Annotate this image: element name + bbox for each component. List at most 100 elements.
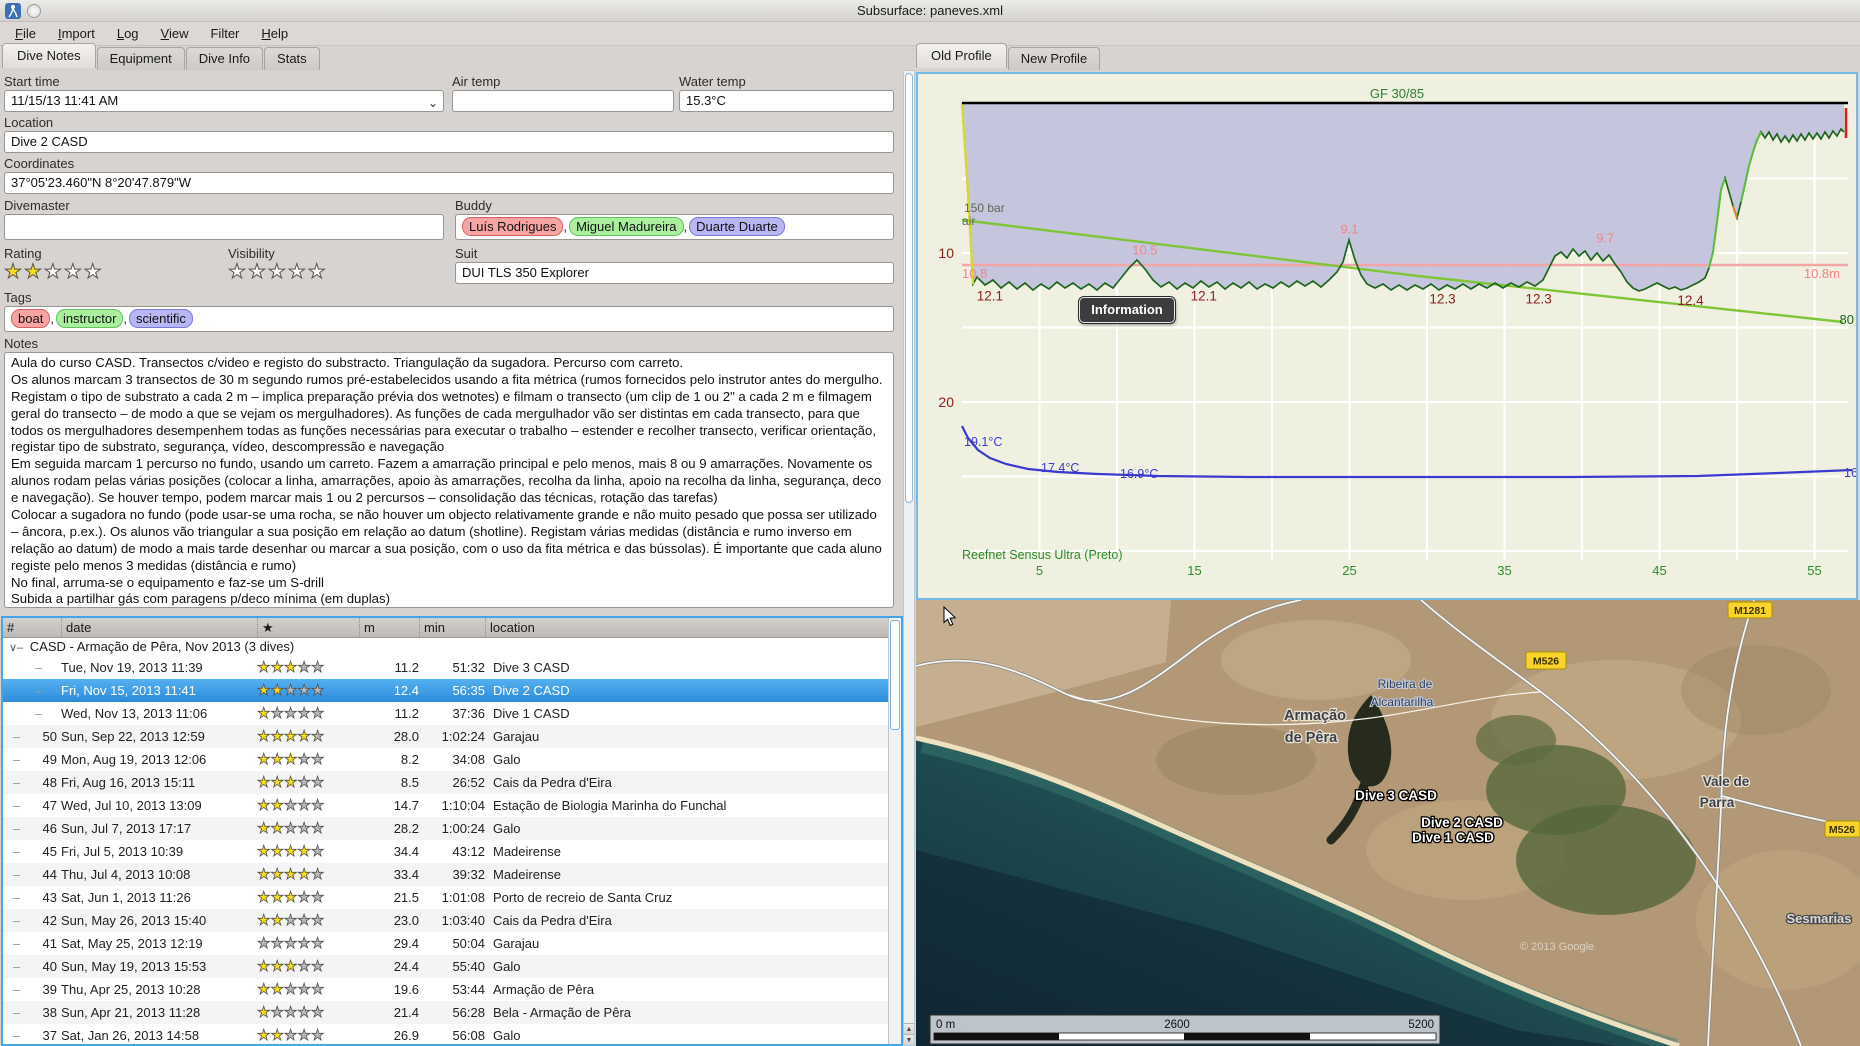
tab-new-profile[interactable]: New Profile	[1007, 47, 1101, 70]
menu-file[interactable]: File	[4, 22, 47, 44]
rating-stars[interactable]: ★★★★★	[4, 262, 104, 283]
star-empty-icon: ★	[297, 889, 311, 907]
depth-annotation: 9.7	[1596, 231, 1614, 246]
star-empty-icon: ★	[283, 797, 298, 815]
tab-equipment[interactable]: Equipment	[96, 47, 185, 70]
star-empty-icon: ★	[283, 935, 298, 953]
dive-list-scrollbar-thumb[interactable]	[890, 620, 900, 730]
dive-row-49[interactable]: –49 Mon, Aug 19, 2013 12:06 ★★★★★ 8.2 34:08 G…	[3, 748, 901, 771]
location-field[interactable]: Dive 2 CASD	[4, 131, 894, 153]
column-header-number[interactable]: #	[3, 618, 61, 637]
star-filled-icon[interactable]: ★	[4, 261, 24, 283]
visibility-label: Visibility	[228, 246, 275, 261]
collapse-chevron-icon[interactable]: ∨–	[9, 642, 23, 654]
scale-mid-label: 2600	[1164, 1019, 1190, 1031]
scroll-down-arrow-icon[interactable]: ▼	[904, 1034, 914, 1045]
tab-old-profile[interactable]: Old Profile	[916, 43, 1007, 68]
suit-field[interactable]: DUI TLS 350 Explorer	[455, 262, 894, 284]
coordinates-field[interactable]: 37°05'23.460"N 8°20'47.879"W	[4, 172, 894, 194]
column-header-date[interactable]: date	[61, 618, 257, 637]
buddy-field[interactable]: Luís Rodrigues, Miguel Madureira, Duarte D…	[455, 214, 894, 240]
dive-row-trip-0[interactable]: – Tue, Nov 19, 2013 11:39 ★★★★★ 11.2 51:32 Di…	[3, 656, 901, 679]
dive-row-47[interactable]: –47 Wed, Jul 10, 2013 13:09 ★★★★★ 14.7 1:10:…	[3, 794, 901, 817]
dive-table-header[interactable]: # date ★ m min location	[3, 618, 901, 638]
dive-site-marker-3[interactable]: Dive 3 CASD	[1354, 787, 1439, 805]
star-filled-icon: ★	[270, 889, 284, 907]
dive-row-41[interactable]: –41 Sat, May 25, 2013 12:19 ★★★★★ 29.4 50:04…	[3, 932, 901, 955]
depth-fill-area	[962, 103, 1844, 291]
dive-site-marker-2[interactable]: Dive 2 CASD	[1420, 814, 1505, 832]
star-empty-icon: ★	[310, 935, 325, 953]
star-empty-icon: ★	[310, 958, 325, 976]
dive-row-50[interactable]: –50 Sun, Sep 22, 2013 12:59 ★★★★★ 28.0 1:02:…	[3, 725, 901, 748]
star-empty-icon[interactable]: ★	[287, 261, 308, 283]
divemaster-label: Divemaster	[4, 198, 70, 213]
dive-row-46[interactable]: –46 Sun, Jul 7, 2013 17:17 ★★★★★ 28.2 1:00:2…	[3, 817, 901, 840]
star-filled-icon: ★	[270, 843, 284, 861]
star-empty-icon: ★	[297, 1027, 311, 1044]
star-filled-icon: ★	[270, 866, 284, 884]
visibility-stars[interactable]: ★★★★★	[228, 262, 328, 283]
map-panel[interactable]: M526 M1281 M526 Armação de Pêra Ribeira …	[916, 600, 1860, 1046]
star-empty-icon[interactable]: ★	[83, 261, 104, 283]
star-empty-icon: ★	[283, 705, 298, 723]
menu-view[interactable]: View	[150, 22, 200, 44]
suit-label: Suit	[455, 246, 478, 261]
temperature-annotation: 16.9°C	[1120, 467, 1158, 481]
pill-miguel-madureira: Miguel Madureira	[569, 217, 684, 236]
tab-dive-notes[interactable]: Dive Notes	[2, 43, 96, 68]
end-pressure-label: 80	[1840, 312, 1854, 327]
menu-log[interactable]: Log	[106, 22, 150, 44]
star-empty-icon[interactable]: ★	[228, 261, 248, 283]
star-empty-icon[interactable]: ★	[247, 261, 268, 283]
divemaster-field[interactable]	[4, 214, 444, 240]
left-pane-scrollbar-thumb[interactable]	[905, 73, 913, 503]
scroll-up-arrow-icon[interactable]: ▲	[904, 1023, 914, 1034]
star-empty-icon: ★	[297, 981, 311, 999]
dive-row-43[interactable]: –43 Sat, Jun 1, 2013 11:26 ★★★★★ 21.5 1:01:0…	[3, 886, 901, 909]
dive-row-48[interactable]: –48 Fri, Aug 16, 2013 15:11 ★★★★★ 8.5 26:52 C…	[3, 771, 901, 794]
column-header-depth[interactable]: m	[359, 618, 419, 637]
dive-site-marker-1[interactable]: Dive 1 CASD	[1411, 829, 1496, 847]
tags-label: Tags	[4, 290, 32, 305]
dive-row-38[interactable]: –38 Sun, Apr 21, 2013 11:28 ★★★★★ 21.4 56:28…	[3, 1001, 901, 1024]
menu-help[interactable]: Help	[250, 22, 299, 44]
star-empty-icon: ★	[310, 889, 325, 907]
left-pane-scrollbar[interactable]: ▲ ▼	[903, 70, 915, 1046]
column-header-location[interactable]: location	[485, 618, 901, 637]
trip-group-row[interactable]: ∨– CASD - Armação de Pêra, Nov 2013 (3 d…	[3, 638, 901, 656]
star-empty-icon[interactable]: ★	[43, 261, 64, 283]
star-empty-icon[interactable]: ★	[63, 261, 84, 283]
notes-textarea[interactable]: Aula do curso CASD. Transectos c/video e…	[4, 352, 894, 608]
dive-row-trip-2[interactable]: – Wed, Nov 13, 2013 11:06 ★★★★★ 11.2 37:36 Di…	[3, 702, 901, 725]
air-temp-field[interactable]	[452, 90, 674, 112]
star-filled-icon[interactable]: ★	[23, 261, 44, 283]
column-header-duration[interactable]: min	[419, 618, 485, 637]
star-empty-icon[interactable]: ★	[267, 261, 288, 283]
dive-row-44[interactable]: –44 Thu, Jul 4, 2013 10:08 ★★★★★ 33.4 39:32 M…	[3, 863, 901, 886]
water-temp-field[interactable]: 15.3°C	[679, 90, 894, 112]
star-empty-icon: ★	[310, 774, 325, 792]
menu-import[interactable]: Import	[47, 22, 106, 44]
tab-stats[interactable]: Stats	[264, 47, 320, 70]
tags-field[interactable]: boat, instructor, scientific	[4, 306, 894, 332]
tab-dive-info[interactable]: Dive Info	[185, 47, 264, 70]
dive-list-scrollbar[interactable]	[888, 618, 901, 1044]
dive-row-40[interactable]: –40 Sun, May 19, 2013 15:53 ★★★★★ 24.4 55:40…	[3, 955, 901, 978]
dive-list[interactable]: # date ★ m min location ∨– CASD - Armaçã…	[1, 616, 903, 1046]
star-filled-icon: ★	[283, 774, 298, 792]
star-empty-icon: ★	[297, 774, 311, 792]
dive-row-45[interactable]: –45 Fri, Jul 5, 2013 10:39 ★★★★★ 34.4 43:12 M…	[3, 840, 901, 863]
column-header-rating[interactable]: ★	[257, 618, 359, 637]
mouse-cursor	[943, 605, 959, 632]
dive-row-39[interactable]: –39 Thu, Apr 25, 2013 10:28 ★★★★★ 19.6 53:44…	[3, 978, 901, 1001]
dive-row-42[interactable]: –42 Sun, May 26, 2013 15:40 ★★★★★ 23.0 1:03:…	[3, 909, 901, 932]
dive-row-37[interactable]: –37 Sat, Jan 26, 2013 14:58 ★★★★★ 26.9 56:08…	[3, 1024, 901, 1044]
dive-row-trip-1[interactable]: – Fri, Nov 15, 2013 11:41 ★★★★★ 12.4 56:35 Di…	[3, 679, 901, 702]
star-empty-icon[interactable]: ★	[307, 261, 328, 283]
menu-filter[interactable]: Filter	[199, 22, 250, 44]
start-time-combobox[interactable]: 11/15/13 11:41 AM ⌄	[4, 90, 444, 112]
chevron-down-icon[interactable]: ⌄	[428, 93, 438, 111]
map-label-armacao-2: de Pêra	[1285, 730, 1338, 746]
information-tooltip-button[interactable]: Information	[1078, 296, 1176, 324]
